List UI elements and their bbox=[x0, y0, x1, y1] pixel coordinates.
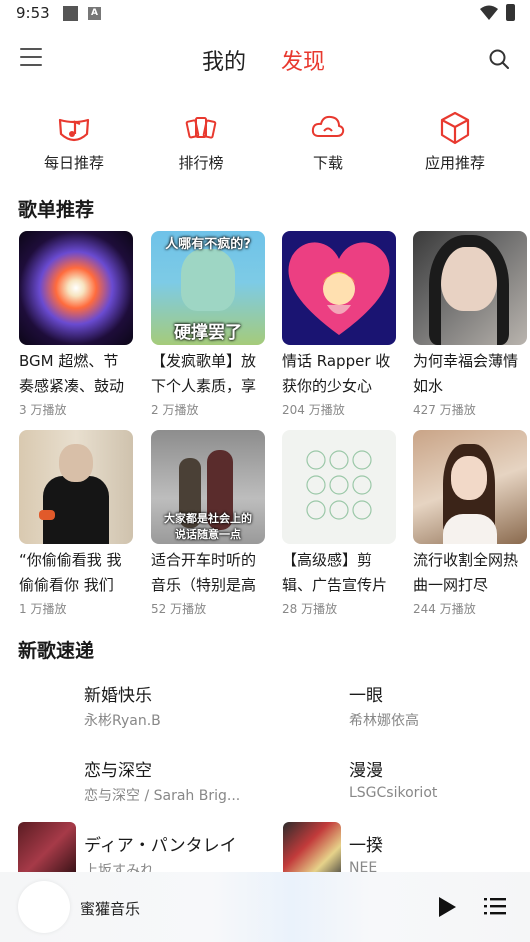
notification-a-icon: A bbox=[88, 7, 101, 20]
status-bar: 9:53 A bbox=[0, 0, 530, 28]
playlist-name: BGM 超燃、节奏感紧凑、鼓动 bbox=[19, 352, 125, 395]
playlist-card[interactable]: BGM 超燃、节奏感紧凑、鼓动 3 万播放 bbox=[19, 231, 133, 418]
song-item[interactable]: 一眼 希林娜依高 bbox=[349, 681, 419, 730]
quick-download-label: 下载 bbox=[312, 154, 343, 172]
player-cover[interactable] bbox=[18, 881, 70, 933]
song-artist: 永彬Ryan.B bbox=[84, 713, 161, 729]
playlist-plays: 3 万播放 bbox=[19, 403, 67, 417]
playlist-cover: 人哪有不疯的? 硬撑罢了 bbox=[151, 231, 265, 345]
playlist-card[interactable]: “你偷偷看我 我偷偷看你 我们 1 万播放 bbox=[19, 430, 133, 617]
song-title: 恋与深空 bbox=[84, 761, 152, 781]
playlist-name: 流行收割全网热曲一网打尽 bbox=[413, 551, 519, 594]
cover-caption-top: 大家都是社会上的 bbox=[164, 512, 252, 525]
playlist-cover: 大家都是社会上的 说话随意一点 bbox=[151, 430, 265, 544]
song-artist: LSGCsikoriot bbox=[349, 785, 438, 801]
player-title: 蜜獾音乐 bbox=[80, 900, 141, 918]
playlist-name: “你偷偷看我 我偷偷看你 我们 bbox=[19, 551, 122, 594]
notification-square-icon bbox=[63, 6, 78, 21]
playlist-card[interactable]: 人哪有不疯的? 硬撑罢了 【发疯歌单】放下个人素质，享 2 万播放 bbox=[151, 231, 265, 418]
song-item[interactable]: 恋与深空 恋与深空 / Sarah Brig... bbox=[84, 756, 240, 805]
play-icon[interactable] bbox=[437, 896, 457, 918]
status-time: 9:53 bbox=[16, 4, 50, 22]
playlist-cover bbox=[413, 231, 527, 345]
playlist-cover bbox=[282, 231, 396, 345]
playlist-plays: 244 万播放 bbox=[413, 602, 476, 616]
song-artist: 恋与深空 / Sarah Brig... bbox=[84, 788, 241, 804]
playlist-plays: 427 万播放 bbox=[413, 403, 476, 417]
menu-icon[interactable] bbox=[20, 48, 42, 68]
cube-icon bbox=[440, 111, 470, 145]
playlist-name: 【高级感】剪辑、广告宣传片 bbox=[282, 551, 388, 594]
cover-caption-top: 人哪有不疯的? bbox=[165, 237, 251, 252]
top-nav: 我的 发现 bbox=[0, 36, 530, 82]
song-title: 漫漫 bbox=[349, 761, 383, 781]
song-item[interactable]: 漫漫 LSGCsikoriot bbox=[349, 756, 437, 801]
playlist-name: 为何幸福会薄情如水 bbox=[413, 352, 519, 395]
quick-ranking[interactable]: 排行榜 bbox=[146, 110, 256, 173]
quick-daily-label: 每日推荐 bbox=[43, 154, 104, 172]
newsongs-title: 新歌速递 bbox=[18, 640, 95, 662]
cloud-download-icon bbox=[311, 115, 345, 137]
wifi-icon bbox=[480, 5, 498, 20]
quick-daily[interactable]: 每日推荐 bbox=[19, 110, 129, 173]
song-artist: 希林娜依高 bbox=[349, 713, 419, 729]
playlist-name: 【发疯歌单】放下个人素质，享 bbox=[151, 352, 257, 395]
ranking-cards-icon bbox=[185, 117, 217, 139]
tab-discover[interactable]: 发现 bbox=[281, 44, 325, 76]
quick-apps[interactable]: 应用推荐 bbox=[400, 110, 510, 173]
song-title: 一眼 bbox=[349, 686, 383, 706]
playlist-name: 情话 Rapper 收获你的少女心 bbox=[282, 352, 391, 395]
playlist-card[interactable]: 【高级感】剪辑、广告宣传片 28 万播放 bbox=[282, 430, 396, 617]
quick-apps-label: 应用推荐 bbox=[424, 154, 485, 172]
playlists-title: 歌单推荐 bbox=[18, 199, 95, 221]
playlist-card[interactable]: 为何幸福会薄情如水 427 万播放 bbox=[413, 231, 527, 418]
song-title: 新婚快乐 bbox=[84, 686, 152, 706]
mini-player[interactable]: 蜜獾音乐 bbox=[0, 872, 530, 942]
playlist-plays: 52 万播放 bbox=[151, 602, 207, 616]
search-icon[interactable] bbox=[488, 48, 510, 70]
playlist-cover bbox=[413, 430, 527, 544]
battery-icon bbox=[506, 4, 515, 21]
daily-music-icon bbox=[58, 118, 90, 142]
dots-pattern bbox=[306, 450, 372, 520]
playlist-cover bbox=[19, 430, 133, 544]
quick-entries: 每日推荐 排行榜 下载 应用推荐 bbox=[0, 110, 530, 180]
playlist-plays: 28 万播放 bbox=[282, 602, 338, 616]
song-title: 一揆 bbox=[349, 836, 383, 856]
playlist-cover bbox=[282, 430, 396, 544]
playlist-plays: 1 万播放 bbox=[19, 602, 67, 616]
playlist-plays: 2 万播放 bbox=[151, 403, 199, 417]
quick-download[interactable]: 下载 bbox=[273, 110, 383, 173]
playlist-plays: 204 万播放 bbox=[282, 403, 345, 417]
song-item[interactable]: 新婚快乐 永彬Ryan.B bbox=[84, 681, 161, 730]
heart-illustration bbox=[288, 242, 390, 335]
cover-caption-bottom: 说话随意一点 bbox=[175, 528, 241, 541]
playlist-card[interactable]: 流行收割全网热曲一网打尽 244 万播放 bbox=[413, 430, 527, 617]
playlist-name: 适合开车时听的音乐（特别是高 bbox=[151, 551, 257, 594]
playlist-icon[interactable] bbox=[484, 896, 506, 916]
playlist-card[interactable]: 大家都是社会上的 说话随意一点 适合开车时听的音乐（特别是高 52 万播放 bbox=[151, 430, 265, 617]
quick-ranking-label: 排行榜 bbox=[178, 154, 224, 172]
cover-caption-bottom: 硬撑罢了 bbox=[174, 323, 242, 343]
song-title: ディア・パンタレイ bbox=[84, 836, 237, 856]
playlist-card[interactable]: 情话 Rapper 收获你的少女心 204 万播放 bbox=[282, 231, 396, 418]
song-item[interactable]: 一揆 NEE bbox=[349, 831, 383, 876]
tab-mine[interactable]: 我的 bbox=[202, 44, 246, 76]
playlist-cover bbox=[19, 231, 133, 345]
